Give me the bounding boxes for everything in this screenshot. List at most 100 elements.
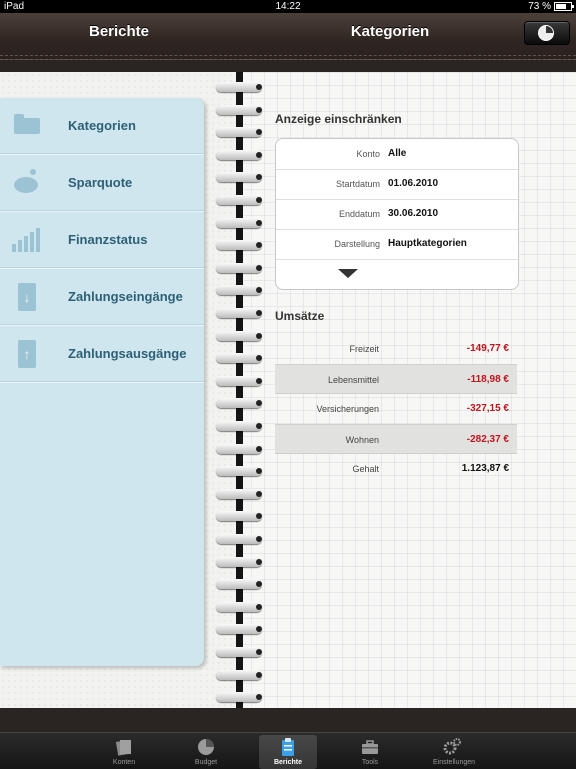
binding-ring [216,579,262,591]
table-row[interactable]: Freizeit -149,77 € [275,334,517,364]
chevron-down-icon [338,269,358,278]
filter-label: Konto [356,149,380,159]
menu-item-zahlungseingaenge[interactable]: ↓ Zahlungseingänge [0,269,204,325]
bar-chart-icon [12,226,42,254]
menu-item-label: Finanzstatus [68,232,148,247]
pie-chart-icon [538,25,554,41]
binding-ring [216,421,262,433]
chart-view-button[interactable] [524,21,570,45]
binding-ring [216,534,262,546]
notebook: Kategorien Sparquote Finanzstatus ↓ Zahl… [0,72,576,708]
filter-table: Konto Alle Startdatum 01.06.2010 Enddatu… [275,138,519,290]
menu-item-kategorien[interactable]: Kategorien [0,98,204,154]
category-label: Freizeit [349,344,379,354]
filter-value: 01.06.2010 [388,178,439,189]
piggy-bank-icon [12,169,42,197]
binding-ring [216,375,262,388]
menu-item-zahlungsausgaenge[interactable]: ↑ Zahlungsausgänge [0,326,204,382]
arrow-up-icon: ↑ [12,340,42,368]
table-row[interactable]: Wohnen -282,37 € [275,424,517,454]
filter-label: Darstellung [334,239,380,249]
battery-icon [554,2,574,11]
filter-value: Hauptkategorien [388,238,467,249]
binding-ring [216,398,262,410]
filter-label: Enddatum [338,209,380,219]
binding-ring [216,443,262,456]
navigation-header: Berichte Kategorien [0,13,576,60]
amount-value: -149,77 € [466,343,509,354]
leather-stitch [0,55,576,56]
accounts-icon [115,740,131,756]
tab-bar: Konten Budget Berichte Tools Einstellung… [0,732,576,769]
binding-ring [216,624,262,636]
binding-ring [216,172,262,184]
binding-ring [216,240,262,252]
tab-einstellungen[interactable]: Einstellungen [423,735,485,769]
battery-indicator: 73 % [528,0,574,13]
binding-ring [216,353,262,365]
binding-ring [216,669,262,682]
category-label: Wohnen [345,435,379,445]
gears-icon [443,738,461,755]
arrow-down-icon: ↓ [12,283,42,311]
filter-value: 30.06.2010 [388,208,439,219]
menu-item-label: Kategorien [68,118,136,133]
menu-item-label: Zahlungseingänge [68,289,183,304]
filter-row-darstellung[interactable]: Darstellung Hauptkategorien [276,229,518,260]
filter-value: Alle [388,148,407,159]
expand-filter-row[interactable] [276,259,518,289]
menu-item-finanzstatus[interactable]: Finanzstatus [0,212,204,268]
amount-value: 1.123,87 € [461,463,509,474]
amount-value: -327,15 € [466,403,509,414]
binding-ring [216,647,262,659]
left-pane-title: Berichte [88,23,150,40]
binding-ring [216,285,262,297]
category-label: Lebensmittel [327,375,379,385]
binding-ring [216,217,262,230]
status-bar: iPad 14:22 73 % [0,0,576,13]
menu-item-sparquote[interactable]: Sparquote [0,155,204,211]
binding-ring [216,127,262,139]
table-row[interactable]: Versicherungen -327,15 € [275,394,517,424]
binding-ring [216,330,262,343]
binding-ring [216,308,262,320]
tab-label: Konten [112,759,136,766]
tab-berichte[interactable]: Berichte [259,735,317,769]
table-row[interactable]: Lebensmittel -118,98 € [275,364,517,394]
clock: 14:22 [275,1,301,12]
filter-section-title: Anzeige einschränken [275,112,402,126]
toolbox-icon [362,740,378,754]
binding-ring [216,104,262,117]
filter-row-enddatum[interactable]: Enddatum 30.06.2010 [276,199,518,230]
binding-ring [216,511,262,523]
binding-ring [216,488,262,501]
amount-value: -118,98 € [467,374,509,385]
tab-tools[interactable]: Tools [341,735,399,769]
table-row[interactable]: Gehalt 1.123,87 € [275,454,517,484]
category-label: Gehalt [352,464,379,474]
clipboard-icon [282,738,294,756]
tab-label: Budget [194,759,218,766]
menu-item-label: Sparquote [68,175,133,190]
tab-konten[interactable]: Konten [95,735,153,769]
page-title: Kategorien [350,23,430,40]
menu-item-label: Zahlungsausgänge [68,346,187,361]
filter-row-startdatum[interactable]: Startdatum 01.06.2010 [276,169,518,200]
tab-label: Einstellungen [432,759,476,766]
binding-ring [216,601,262,614]
filter-label: Startdatum [335,179,380,189]
tab-label: Berichte [273,759,302,766]
tab-label: Tools [361,759,379,766]
report-menu: Kategorien Sparquote Finanzstatus ↓ Zahl… [0,98,204,666]
battery-percent: 73 % [528,1,551,12]
filter-row-konto[interactable]: Konto Alle [276,139,518,170]
tab-budget[interactable]: Budget [177,735,235,769]
binding-ring [216,466,262,478]
left-page: Kategorien Sparquote Finanzstatus ↓ Zahl… [0,72,238,708]
amount-value: -282,37 € [466,434,509,445]
pie-chart-icon [198,739,214,755]
binding-ring [216,556,262,569]
binding-ring [216,692,262,704]
transactions-table: Freizeit -149,77 € Lebensmittel -118,98 … [275,334,517,484]
binding-ring [216,262,262,275]
